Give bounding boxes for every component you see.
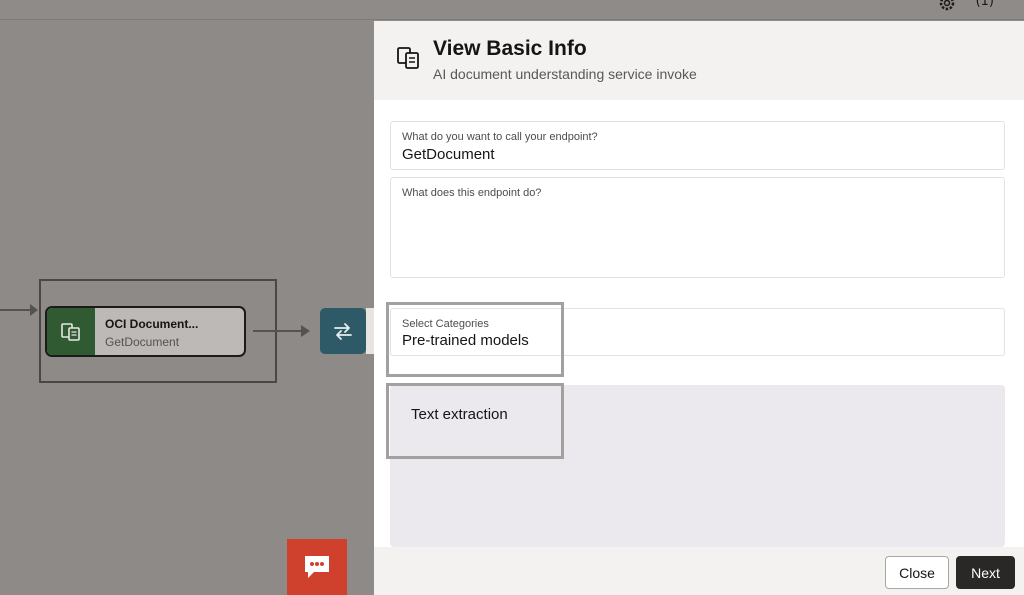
node-title: OCI Document...	[105, 317, 199, 331]
gear-icon[interactable]	[938, 0, 956, 12]
endpoint-name-value[interactable]: GetDocument	[402, 146, 495, 163]
endpoint-name-field[interactable]: What do you want to call your endpoint? …	[390, 121, 1005, 170]
map-node[interactable]	[320, 308, 366, 354]
chat-button[interactable]	[287, 539, 347, 595]
endpoint-description-label: What does this endpoint do?	[402, 187, 542, 199]
endpoint-description-field[interactable]: What does this endpoint do?	[390, 177, 1005, 278]
incoming-connector	[0, 309, 34, 311]
document-understanding-icon	[397, 47, 419, 69]
categories-highlight-box	[386, 302, 564, 377]
drawer-title: View Basic Info	[433, 37, 587, 60]
outgoing-connector-arrow	[301, 325, 310, 337]
category-item-highlight-box	[386, 383, 564, 459]
map-node-edge	[366, 308, 374, 354]
chat-icon	[305, 556, 329, 578]
drawer-header: View Basic Info AI document understandin…	[374, 21, 1024, 100]
invoke-node-oci-document[interactable]: OCI Document... GetDocument	[45, 306, 246, 357]
integration-canvas: OCI Document... GetDocument	[0, 21, 374, 595]
drawer-footer: Close Next	[374, 547, 1024, 595]
swap-arrows-icon	[334, 323, 352, 340]
basic-info-drawer: View Basic Info AI document understandin…	[374, 21, 1024, 595]
top-notification-count[interactable]: (1)	[976, 0, 994, 9]
next-button[interactable]: Next	[956, 556, 1015, 589]
outgoing-connector	[253, 330, 303, 332]
incoming-connector-arrow	[30, 304, 38, 316]
document-understanding-icon	[47, 308, 95, 355]
close-button[interactable]: Close	[885, 556, 949, 589]
endpoint-name-label: What do you want to call your endpoint?	[402, 131, 598, 143]
drawer-subtitle: AI document understanding service invoke	[433, 66, 697, 82]
top-bar: (1)	[0, 0, 1024, 20]
node-subtitle: GetDocument	[105, 335, 180, 349]
